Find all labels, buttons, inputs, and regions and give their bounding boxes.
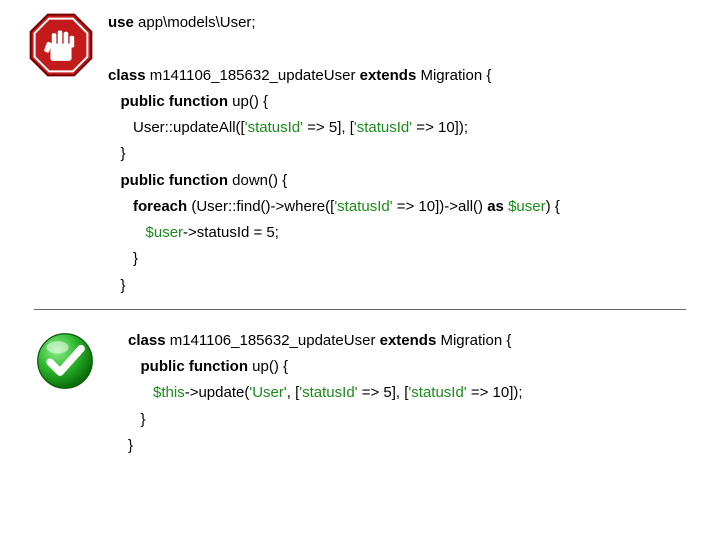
bad-example-section: use app\models\User; class m141106_18563… xyxy=(0,0,720,309)
bad-code: use app\models\User; class m141106_18563… xyxy=(108,10,692,299)
kw-public-function: public function xyxy=(108,172,228,189)
str: 'statusId' xyxy=(354,119,412,136)
txt: Migration { xyxy=(436,332,511,349)
txt: down() { xyxy=(228,172,287,189)
good-icon-column xyxy=(28,328,114,396)
txt: } xyxy=(128,437,133,454)
txt: } xyxy=(108,277,126,294)
txt: app\models\User; xyxy=(134,14,256,31)
kw-extends: extends xyxy=(360,67,417,84)
txt: ) { xyxy=(546,198,560,215)
txt: => 10])->all() xyxy=(393,198,488,215)
txt: up() { xyxy=(248,358,288,375)
kw-class: class xyxy=(108,67,146,84)
str: 'statusId' xyxy=(334,198,392,215)
good-example-section: class m141106_185632_updateUser extends … xyxy=(0,318,720,469)
kw-foreach: foreach xyxy=(108,198,191,215)
txt xyxy=(128,384,153,401)
txt: User::updateAll([ xyxy=(108,119,245,136)
divider xyxy=(34,309,686,310)
kw-use: use xyxy=(108,14,134,31)
str: 'statusId' xyxy=(299,384,357,401)
kw-public-function: public function xyxy=(128,358,248,375)
stop-icon xyxy=(28,12,94,78)
txt: ->update( xyxy=(185,384,250,401)
txt: => 10]); xyxy=(467,384,523,401)
var: $this xyxy=(153,384,185,401)
kw-public-function: public function xyxy=(108,93,228,110)
str: 'statusId' xyxy=(245,119,303,136)
txt: } xyxy=(128,411,146,428)
txt: , [ xyxy=(287,384,300,401)
txt: } xyxy=(108,145,126,162)
good-code: class m141106_185632_updateUser extends … xyxy=(114,328,692,459)
kw-class: class xyxy=(128,332,166,349)
txt: (User::find()->where([ xyxy=(191,198,334,215)
bad-icon-column xyxy=(28,10,108,82)
txt: ->statusId = 5; xyxy=(183,224,279,241)
kw-extends: extends xyxy=(380,332,437,349)
txt: => 5], [ xyxy=(303,119,354,136)
txt xyxy=(108,224,146,241)
txt: Migration { xyxy=(416,67,491,84)
kw-as: as xyxy=(487,198,508,215)
txt: m141106_185632_updateUser xyxy=(146,67,360,84)
str: 'User' xyxy=(249,384,286,401)
txt: => 5], [ xyxy=(358,384,409,401)
var: $user xyxy=(508,198,546,215)
txt: } xyxy=(108,250,138,267)
str: 'statusId' xyxy=(408,384,466,401)
txt: => 10]); xyxy=(412,119,468,136)
var: $user xyxy=(146,224,184,241)
txt: up() { xyxy=(228,93,268,110)
txt: m141106_185632_updateUser xyxy=(166,332,380,349)
check-icon xyxy=(34,330,96,392)
